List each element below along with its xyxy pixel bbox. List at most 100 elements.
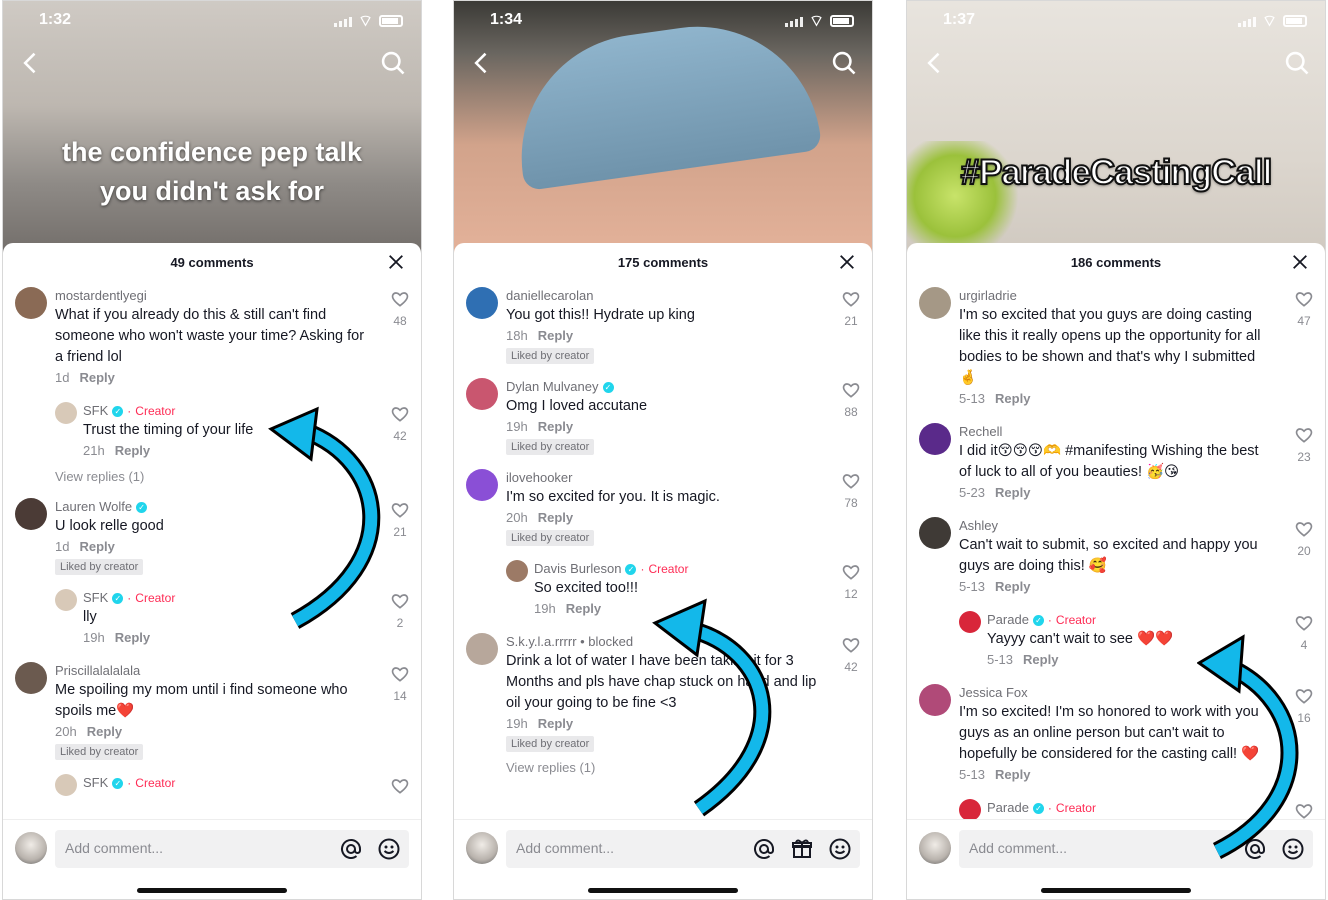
like-button[interactable]: 21 <box>389 500 411 539</box>
avatar[interactable] <box>55 402 77 424</box>
like-button[interactable]: 16 <box>1293 686 1315 725</box>
username[interactable]: Lauren Wolfe <box>55 498 132 516</box>
reply-button[interactable]: Reply <box>538 326 573 346</box>
avatar[interactable] <box>55 774 77 796</box>
reply-button[interactable]: Reply <box>566 599 601 619</box>
mention-icon[interactable] <box>752 837 776 861</box>
avatar[interactable] <box>506 560 528 582</box>
reply-button[interactable]: Reply <box>1023 650 1058 670</box>
like-button[interactable]: 48 <box>389 289 411 328</box>
search-icon[interactable] <box>1283 49 1311 77</box>
like-button[interactable]: 42 <box>389 404 411 443</box>
username[interactable]: Rechell <box>959 423 1002 441</box>
username[interactable]: ilovehooker <box>506 469 573 487</box>
like-button[interactable] <box>389 776 411 801</box>
like-button[interactable]: 88 <box>840 380 862 419</box>
username[interactable]: Parade <box>987 611 1029 629</box>
comment-item[interactable]: Jessica Fox I'm so excited! I'm so honore… <box>907 684 1325 785</box>
reply-item[interactable]: SFK ✓ · Creator <box>3 774 421 796</box>
avatar[interactable] <box>919 423 951 455</box>
comment-item[interactable]: S.k.y.l.a.rrrrr • blocked Drink a lot of … <box>454 633 872 752</box>
search-icon[interactable] <box>379 49 407 77</box>
view-replies-button[interactable]: View replies (1) <box>454 760 872 775</box>
avatar[interactable] <box>466 287 498 319</box>
like-button[interactable]: 42 <box>840 635 862 674</box>
like-button[interactable]: 23 <box>1293 425 1315 464</box>
comment-input[interactable]: Add comment... <box>959 830 1313 868</box>
reply-item[interactable]: Parade ✓ · Creator <box>907 799 1325 821</box>
comment-list[interactable]: mostardentlyegi What if you already do th… <box>3 287 421 821</box>
comment-item[interactable]: urgirladrie I'm so excited that you guys … <box>907 287 1325 409</box>
like-button[interactable]: 2 <box>389 591 411 630</box>
username[interactable]: S.k.y.l.a.rrrrr • blocked <box>506 633 633 651</box>
close-icon[interactable] <box>1291 253 1309 271</box>
comment-item[interactable]: Lauren Wolfe ✓ U look relle good 1d Reply Lik… <box>3 498 421 575</box>
view-replies-button[interactable]: View replies (1) <box>3 469 421 484</box>
username[interactable]: urgirladrie <box>959 287 1017 305</box>
reply-button[interactable]: Reply <box>87 722 122 742</box>
reply-item[interactable]: Parade ✓ · Creator Yayyy can't wait to see ❤… <box>907 611 1325 670</box>
mention-icon[interactable] <box>339 837 363 861</box>
username[interactable]: SFK <box>83 589 108 607</box>
avatar[interactable] <box>15 498 47 530</box>
username[interactable]: SFK <box>83 774 108 792</box>
username[interactable]: SFK <box>83 402 108 420</box>
reply-item[interactable]: SFK ✓ · Creator lly 19h Reply 2 <box>3 589 421 648</box>
avatar[interactable] <box>466 469 498 501</box>
comment-input[interactable]: Add comment... <box>55 830 409 868</box>
gift-icon[interactable] <box>790 837 814 861</box>
comment-item[interactable]: daniellecarolan You got this!! Hydrate up… <box>454 287 872 364</box>
reply-button[interactable]: Reply <box>115 441 150 461</box>
avatar[interactable] <box>919 684 951 716</box>
like-button[interactable]: 20 <box>1293 519 1315 558</box>
close-icon[interactable] <box>387 253 405 271</box>
reply-button[interactable]: Reply <box>995 389 1030 409</box>
like-button[interactable]: 14 <box>389 664 411 703</box>
comment-list[interactable]: urgirladrie I'm so excited that you guys … <box>907 287 1325 821</box>
username[interactable]: daniellecarolan <box>506 287 593 305</box>
comment-item[interactable]: ilovehooker I'm so excited for you. It is… <box>454 469 872 546</box>
comment-item[interactable]: mostardentlyegi What if you already do th… <box>3 287 421 388</box>
comment-list[interactable]: daniellecarolan You got this!! Hydrate up… <box>454 287 872 821</box>
username[interactable]: Parade <box>987 799 1029 817</box>
reply-button[interactable]: Reply <box>538 417 573 437</box>
avatar[interactable] <box>15 662 47 694</box>
username[interactable]: mostardentlyegi <box>55 287 147 305</box>
avatar[interactable] <box>466 378 498 410</box>
avatar[interactable] <box>919 517 951 549</box>
reply-item[interactable]: Davis Burleson ✓ · Creator So excited too!!!… <box>454 560 872 619</box>
like-button[interactable]: 4 <box>1293 613 1315 652</box>
reply-button[interactable]: Reply <box>538 714 573 734</box>
mention-icon[interactable] <box>1243 837 1267 861</box>
comment-input[interactable]: Add comment... <box>506 830 860 868</box>
back-icon[interactable] <box>468 49 496 77</box>
username[interactable]: Dylan Mulvaney <box>506 378 599 396</box>
comment-item[interactable]: Dylan Mulvaney ✓ Omg I loved accutane 19h Re… <box>454 378 872 455</box>
back-icon[interactable] <box>921 49 949 77</box>
reply-button[interactable]: Reply <box>995 577 1030 597</box>
search-icon[interactable] <box>830 49 858 77</box>
emoji-icon[interactable] <box>377 837 401 861</box>
reply-button[interactable]: Reply <box>79 368 114 388</box>
username[interactable]: Priscillalalalala <box>55 662 140 680</box>
like-button[interactable] <box>1293 801 1315 821</box>
emoji-icon[interactable] <box>828 837 852 861</box>
close-icon[interactable] <box>838 253 856 271</box>
like-button[interactable]: 47 <box>1293 289 1315 328</box>
avatar[interactable] <box>15 287 47 319</box>
reply-button[interactable]: Reply <box>995 765 1030 785</box>
like-button[interactable]: 78 <box>840 471 862 510</box>
avatar[interactable] <box>466 633 498 665</box>
avatar[interactable] <box>919 287 951 319</box>
reply-item[interactable]: SFK ✓ · Creator Trust the timing of your lif… <box>3 402 421 461</box>
avatar[interactable] <box>959 799 981 821</box>
reply-button[interactable]: Reply <box>115 628 150 648</box>
avatar[interactable] <box>959 611 981 633</box>
back-icon[interactable] <box>17 49 45 77</box>
username[interactable]: Davis Burleson <box>534 560 621 578</box>
username[interactable]: Ashley <box>959 517 998 535</box>
username[interactable]: Jessica Fox <box>959 684 1028 702</box>
emoji-icon[interactable] <box>1281 837 1305 861</box>
comment-item[interactable]: Priscillalalalala Me spoiling my mom unti… <box>3 662 421 760</box>
reply-button[interactable]: Reply <box>538 508 573 528</box>
